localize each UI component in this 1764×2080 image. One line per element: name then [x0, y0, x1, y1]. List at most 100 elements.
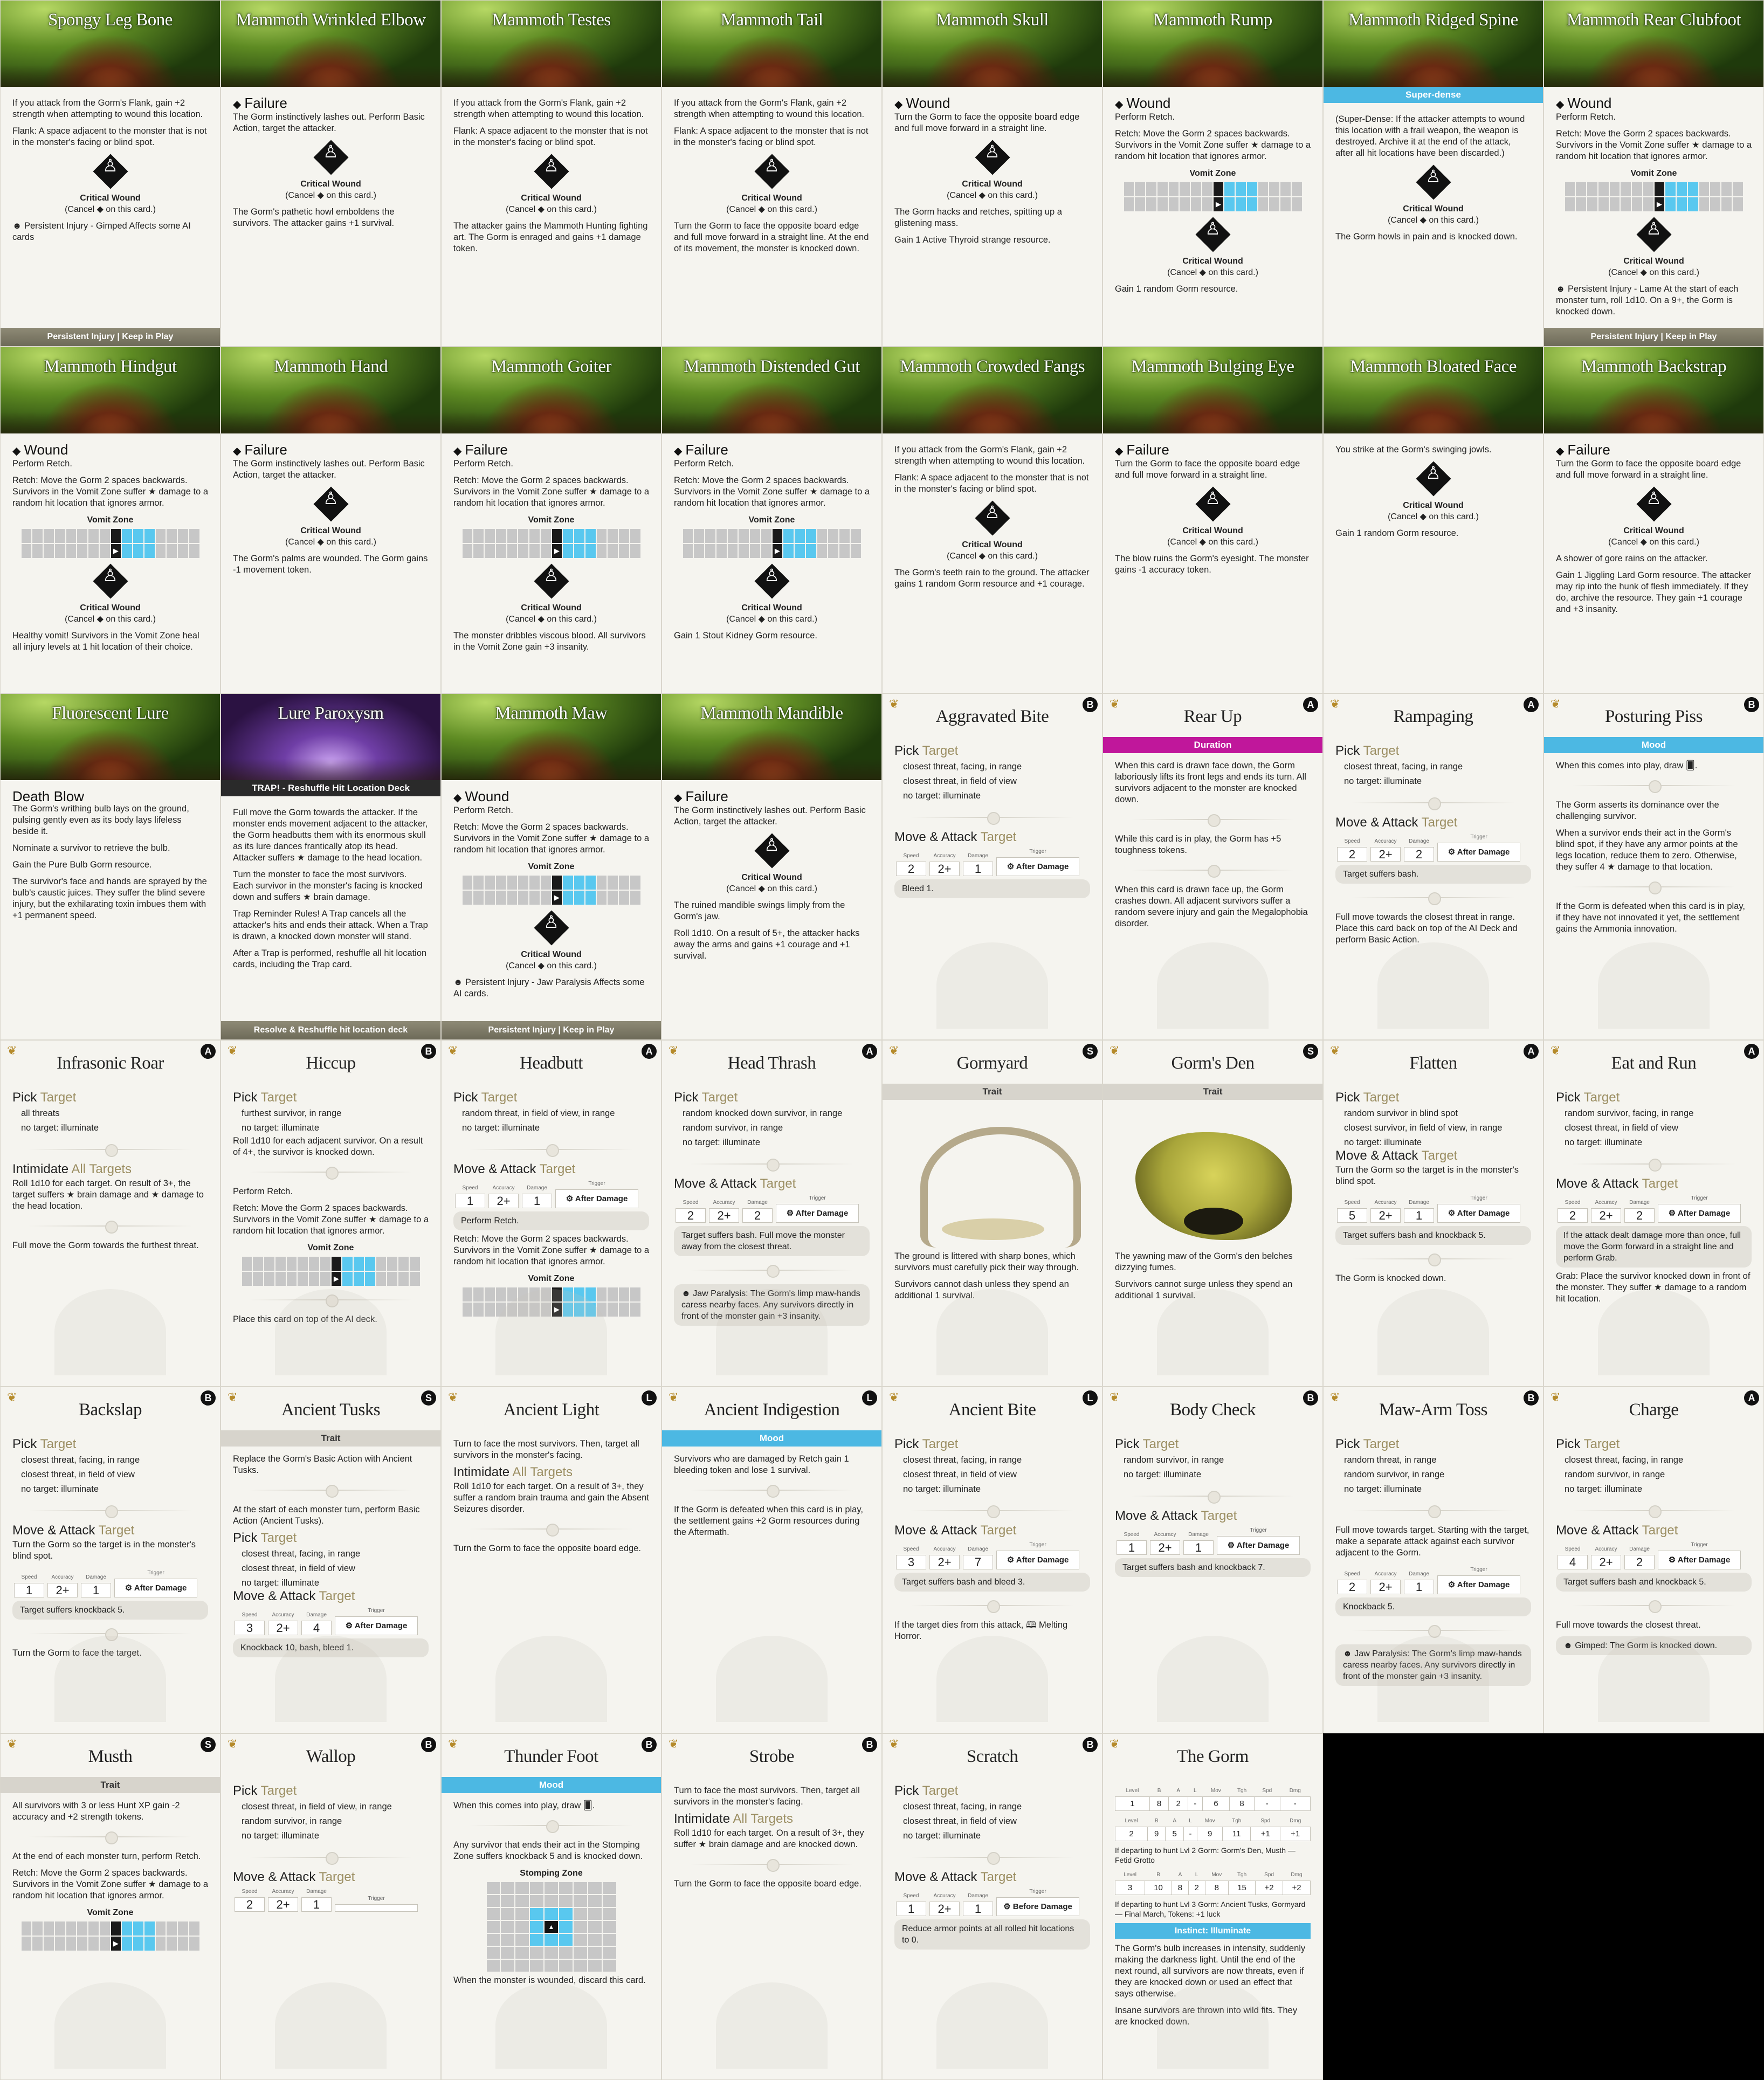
card-rear-up[interactable]: ❦ Rear Up A Duration When this card is drawn… — [1102, 693, 1323, 1040]
stat-value: 2 — [742, 1208, 773, 1223]
stat-speed: Speed 5 — [1335, 1197, 1369, 1223]
card-text: Gain 1 Stout Kidney Gorm resource. — [674, 631, 817, 640]
target-label: Target — [1201, 1509, 1237, 1523]
card-ancient-bite[interactable]: ❦ Ancient Bite L Pick Target closest threat,… — [882, 1387, 1102, 1733]
card-headbutt[interactable]: ❦ Headbutt A Pick Target random threat, in f… — [441, 1040, 662, 1387]
card-mammoth-hand[interactable]: Mammoth Hand ◆ Failure The Gorm instinctive… — [220, 347, 441, 693]
card-wallop[interactable]: ❦ Wallop B Pick Target closest threat, in fi… — [220, 1733, 441, 2080]
vomit-zone: Vomit Zone ▶ — [233, 1242, 429, 1286]
card-posturing-piss[interactable]: ❦ Posturing Piss B Mood When this comes into… — [1543, 693, 1764, 1040]
pick-label: Pick — [453, 1090, 481, 1105]
card-body: Pick Target random survivor, in range no t… — [1115, 1438, 1311, 1580]
target-list: random knocked down survivor, in range ra… — [674, 1106, 870, 1150]
card-mammoth-ridged-spine[interactable]: Mammoth Ridged Spine Super-dense (Super-De… — [1323, 0, 1543, 347]
card-rampaging[interactable]: ❦ Rampaging A Pick Target closest threat, fa… — [1323, 693, 1543, 1040]
card-text: Survivors who are damaged by Retch gain … — [674, 1454, 849, 1475]
card-text: Flank: A space adjacent to the monster t… — [12, 126, 207, 147]
critical-wound-label: Critical Wound — [741, 194, 802, 203]
effect-box: Perform Retch. — [453, 1211, 649, 1230]
card-watermark — [1157, 1289, 1269, 1375]
card-musth[interactable]: ❦ Musth S Trait All survivors with 3 or less… — [0, 1733, 220, 2080]
card-thunder-foot[interactable]: ❦ Thunder Foot B Mood When this comes into p… — [441, 1733, 662, 2080]
level-cell: - — [1187, 1796, 1203, 1811]
card-mammoth-rear-clubfoot[interactable]: Mammoth Rear Clubfoot ◆ Wound Perform Retch… — [1543, 0, 1764, 347]
diamond-icon: ◆ — [1556, 99, 1565, 111]
pick-label: Pick — [233, 1783, 261, 1798]
divider — [1335, 795, 1531, 810]
card-infrasonic-roar[interactable]: ❦ Infrasonic Roar A Pick Target all threats n… — [0, 1040, 220, 1387]
critical-wound-label: Critical Wound — [1623, 257, 1684, 266]
card-mammoth-bulging-eye[interactable]: Mammoth Bulging Eye ◆ Failure Turn the Gorm… — [1102, 347, 1323, 693]
card-text: After a Trap is performed, reshuffle all… — [233, 948, 427, 969]
card-scratch[interactable]: ❦ Scratch B Pick Target closest threat, faci… — [882, 1733, 1102, 2080]
card-mammoth-backstrap[interactable]: Mammoth Backstrap ◆ Failure Turn the Gorm t… — [1543, 347, 1764, 693]
card-head-thrash[interactable]: ❦ Head Thrash A Pick Target random knocked d… — [662, 1040, 882, 1387]
stat-label: Speed — [1565, 1200, 1581, 1206]
card-ancient-light[interactable]: ❦ Ancient Light L Turn to face the most sur… — [441, 1387, 662, 1733]
card-lure-paroxysm[interactable]: Lure Paroxysm TRAP! - Reshuffle Hit Locat… — [220, 693, 441, 1040]
card-title: Posturing Piss — [1605, 707, 1703, 726]
level-cell: 5 — [1165, 1827, 1184, 1841]
card-title: Mammoth Rump — [1153, 10, 1272, 30]
card-title: Strobe — [749, 1747, 795, 1766]
card-mammoth-bloated-face[interactable]: Mammoth Bloated Face You strike at the Go… — [1323, 347, 1543, 693]
attack-stats: Speed 4 Accuracy 2+ Damage 2 Trigger ⚙ After Da… — [1556, 1539, 1752, 1569]
level-cell: 1 — [1115, 1796, 1150, 1811]
card-watermark — [716, 1289, 828, 1375]
card-ancient-indigestion[interactable]: ❦ Ancient Indigestion L Mood Survivors who a… — [662, 1387, 882, 1733]
card-text: Perform Retch. — [233, 1187, 293, 1196]
card-the-gorm[interactable]: ❦ The Gorm Level B A L Mov Tgh Spd Dmg 1 8 2-6 8- - Lev… — [1102, 1733, 1323, 2080]
card-ancient-tusks[interactable]: ❦ Ancient Tusks S Trait Replace the Gorm's B… — [220, 1387, 441, 1733]
stat-damage: Damage 4 — [300, 1609, 333, 1635]
heading-label: Failure — [1126, 442, 1169, 458]
card-fluorescent-lure[interactable]: Fluorescent Lure Death Blow The Gorm's wri… — [0, 693, 220, 1040]
card-maw-arm-toss[interactable]: ❦ Maw-Arm Toss B Pick Target random threat, … — [1323, 1387, 1543, 1733]
card-mammoth-distended-gut[interactable]: Mammoth Distended Gut ◆ Failure Perform Ret… — [662, 347, 882, 693]
stat-trigger: Trigger ⚙ After Damage — [1436, 831, 1522, 862]
card-aggravated-bite[interactable]: ❦ Aggravated Bite B Pick Target closest thre… — [882, 693, 1102, 1040]
card-keyword-strip: Trait — [221, 1430, 440, 1447]
card-gorm-s-den[interactable]: ❦ Gorm's Den S Trait The yawning maw of the … — [1102, 1040, 1323, 1387]
diamond-icon: ◆ — [1115, 445, 1124, 457]
card-mammoth-testes[interactable]: Mammoth Testes If you attack from the Gor… — [441, 0, 662, 347]
card-gormyard[interactable]: ❦ Gormyard S Trait The ground is littered wi… — [882, 1040, 1102, 1387]
card-text: Roll 1d10. On a result of 5+, the attack… — [674, 928, 860, 961]
stat-label: Trigger — [1029, 1542, 1046, 1548]
card-mammoth-rump[interactable]: Mammoth Rump ◆ Wound Perform Retch. Retch: M… — [1102, 0, 1323, 347]
stat-label: Speed — [1344, 838, 1360, 844]
stat-label: Trigger — [1029, 1889, 1046, 1895]
card-flatten[interactable]: ❦ Flatten A Pick Target random survivor in b… — [1323, 1040, 1543, 1387]
target-item: random survivor, in range — [1565, 1470, 1665, 1479]
target-label: Target — [760, 1176, 796, 1191]
card-backslap[interactable]: ❦ Backslap B Pick Target closest threat, fac… — [0, 1387, 220, 1733]
level-cell: 8 — [1229, 1796, 1255, 1811]
card-eat-and-run[interactable]: ❦ Eat and Run A Pick Target random survivor,… — [1543, 1040, 1764, 1387]
card-body-check[interactable]: ❦ Body Check B Pick Target random survivor, … — [1102, 1387, 1323, 1733]
card-mammoth-crowded-fangs[interactable]: Mammoth Crowded Fangs If you attack from … — [882, 347, 1102, 693]
level-cell: 8 — [1149, 1796, 1169, 1811]
critical-wound-sub: (Cancel ◆ on this card.) — [726, 615, 817, 624]
card-mammoth-goiter[interactable]: Mammoth Goiter ◆ Failure Perform Retch. Retc… — [441, 347, 662, 693]
stat-accuracy: Accuracy 2+ — [266, 1609, 300, 1635]
stat-value: 7 — [963, 1555, 993, 1569]
divider — [12, 1503, 208, 1518]
card-keyword-strip: Mood — [442, 1777, 661, 1793]
card-mammoth-wrinkled-elbow[interactable]: Mammoth Wrinkled Elbow ◆ Failure The Gorm i… — [220, 0, 441, 347]
action-label: Intimidate All Targets — [674, 1813, 870, 1826]
card-spongy-leg-bone[interactable]: Spongy Leg Bone If you attack from the Go… — [0, 0, 220, 347]
card-watermark — [716, 1982, 828, 2069]
card-mammoth-hindgut[interactable]: Mammoth Hindgut ◆ Wound Perform Retch. Retch… — [0, 347, 220, 693]
stat-label: Trigger — [147, 1570, 164, 1576]
card-charge[interactable]: ❦ Charge A Pick Target closest threat, facin… — [1543, 1387, 1764, 1733]
card-hiccup[interactable]: ❦ Hiccup B Pick Target furthest survivor, in… — [220, 1040, 441, 1387]
card-mammoth-tail[interactable]: Mammoth Tail If you attack from the Gorm'… — [662, 0, 882, 347]
card-strobe[interactable]: ❦ Strobe B Turn to face the most survivors.… — [662, 1733, 882, 2080]
zone-label: Vomit Zone — [528, 1274, 575, 1283]
card-mammoth-mandible[interactable]: Mammoth Mandible ◆ Failure The Gorm instinc… — [662, 693, 882, 1040]
card-title: Backslap — [79, 1400, 142, 1420]
card-mammoth-skull[interactable]: Mammoth Skull ◆ Wound Turn the Gorm to face… — [882, 0, 1102, 347]
card-mammoth-maw[interactable]: Mammoth Maw ◆ Wound Perform Retch. Retch: Mo… — [441, 693, 662, 1040]
card-title: Mammoth Testes — [492, 10, 611, 30]
level-cell: - — [1183, 1827, 1197, 1841]
stat-label: Damage — [306, 1612, 327, 1618]
